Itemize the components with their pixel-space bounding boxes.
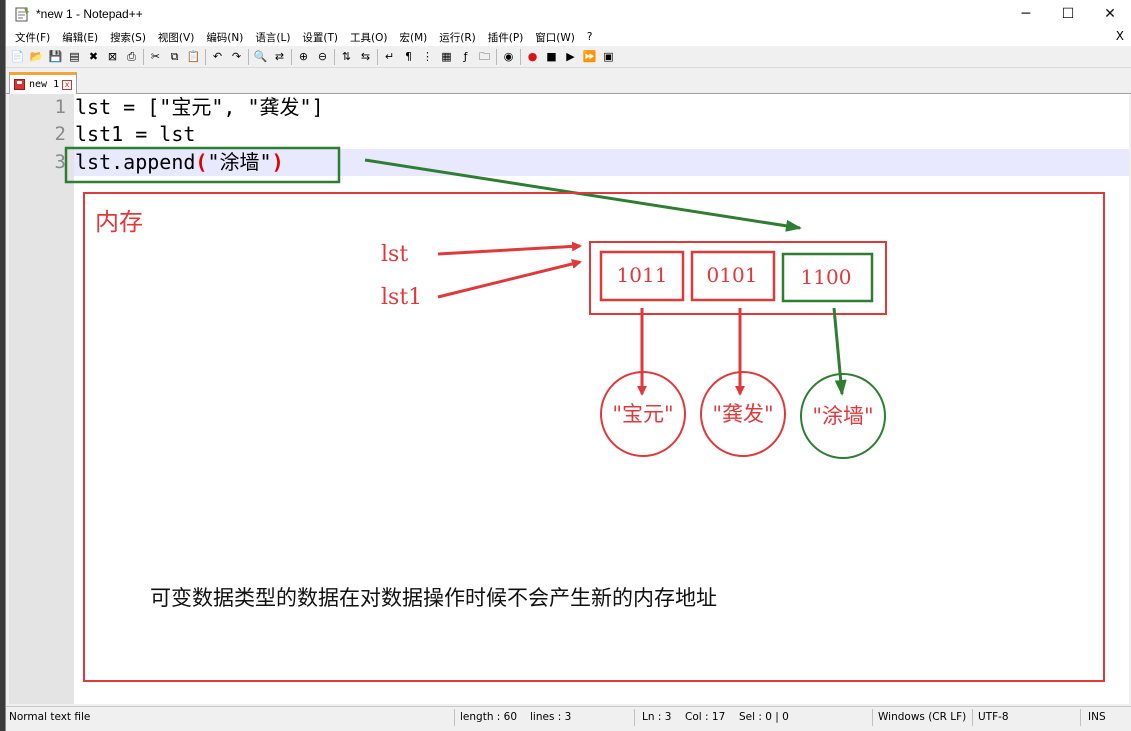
wrap-icon[interactable]: ↵ xyxy=(381,48,398,65)
monitor-icon[interactable]: ◉ xyxy=(500,48,517,65)
menu-window[interactable]: 窗口(W) xyxy=(529,30,581,45)
copy-icon[interactable]: ⧉ xyxy=(166,48,183,65)
function-list-icon[interactable]: ƒ xyxy=(457,48,474,65)
new-file-icon[interactable]: 📄 xyxy=(9,48,26,65)
status-insert-mode[interactable]: INS xyxy=(1088,711,1106,723)
toolbar-separator xyxy=(143,48,144,65)
tab-label: new 1 xyxy=(29,79,60,90)
cut-icon[interactable]: ✂ xyxy=(147,48,164,65)
folder-workspace-icon[interactable]: 🗀 xyxy=(476,48,493,65)
toolbar-separator xyxy=(205,48,206,65)
menu-bar: 文件(F) 编辑(E) 搜索(S) 视图(V) 编码(N) 语言(L) 设置(T… xyxy=(6,28,1131,46)
status-selection: Sel : 0 | 0 xyxy=(739,711,789,723)
status-eol[interactable]: Windows (CR LF) xyxy=(878,711,966,723)
run-macro-multiple-icon[interactable]: ⏩ xyxy=(581,48,598,65)
toolbar-separator xyxy=(334,48,335,65)
toolbar-separator xyxy=(496,48,497,65)
zoom-in-icon[interactable]: ⊕ xyxy=(295,48,312,65)
code-line-1: lst = ["宝元", "龚发"] xyxy=(75,95,324,119)
code-left-paren: ( xyxy=(195,150,208,174)
close-document-x[interactable]: X xyxy=(1116,29,1124,43)
maximize-button[interactable]: ☐ xyxy=(1047,0,1089,28)
save-icon[interactable]: 💾 xyxy=(47,48,64,65)
line-number: 1 xyxy=(54,96,66,118)
toolbar-separator xyxy=(377,48,378,65)
code-line-3: lst.append("涂墙") xyxy=(75,149,284,176)
menu-encoding[interactable]: 编码(N) xyxy=(200,30,249,45)
unsaved-icon xyxy=(14,79,25,90)
record-macro-icon[interactable]: ● xyxy=(524,48,541,65)
indent-guide-icon[interactable]: ⋮ xyxy=(419,48,436,65)
open-file-icon[interactable]: 📂 xyxy=(28,48,45,65)
menu-macro[interactable]: 宏(M) xyxy=(394,30,434,45)
stop-macro-icon[interactable]: ■ xyxy=(543,48,560,65)
replace-icon[interactable]: ⇄ xyxy=(271,48,288,65)
line-number-gutter: 1 2 3 xyxy=(9,94,74,704)
close-window-button[interactable]: ✕ xyxy=(1089,0,1131,28)
status-line: Ln : 3 xyxy=(642,711,672,723)
menu-tools[interactable]: 工具(O) xyxy=(344,30,393,45)
status-length: length : 60 xyxy=(460,711,518,723)
toolbar-separator xyxy=(520,48,521,65)
toolbar-separator xyxy=(291,48,292,65)
code-string-arg: "涂墙" xyxy=(207,150,272,174)
menu-settings[interactable]: 设置(T) xyxy=(296,30,344,45)
tab-new-1[interactable]: new 1 x xyxy=(9,72,77,94)
zoom-out-icon[interactable]: ⊖ xyxy=(314,48,331,65)
play-macro-icon[interactable]: ▶ xyxy=(562,48,579,65)
code-right-paren: ) xyxy=(271,150,284,174)
undo-icon[interactable]: ↶ xyxy=(209,48,226,65)
menu-help[interactable]: ? xyxy=(581,31,599,43)
window-title: *new 1 - Notepad++ xyxy=(36,7,143,21)
menu-view[interactable]: 视图(V) xyxy=(152,30,200,45)
doc-map-icon[interactable]: ▦ xyxy=(438,48,455,65)
sync-h-icon[interactable]: ⇆ xyxy=(357,48,374,65)
all-chars-icon[interactable]: ¶ xyxy=(400,48,417,65)
line-number: 3 xyxy=(54,151,66,173)
menu-edit[interactable]: 编辑(E) xyxy=(56,30,104,45)
code-method: lst.append xyxy=(75,150,196,174)
toolbar: 📄 📂 💾 ▤ ✖ ⊠ ⎙ ✂ ⧉ 📋 ↶ ↷ 🔍 ⇄ ⊕ ⊖ ⇅ ⇆ ↵ ¶ ⋮ ▦ ƒ 🗀 ◉ ● ■ ▶ ⏩ ▣ xyxy=(6,46,1131,68)
paste-icon[interactable]: 📋 xyxy=(185,48,202,65)
title-bar: *new 1 - Notepad++ ─ ☐ ✕ xyxy=(6,0,1131,28)
line-number: 2 xyxy=(54,123,66,145)
save-macro-icon[interactable]: ▣ xyxy=(600,48,617,65)
menu-plugins[interactable]: 插件(P) xyxy=(482,30,530,45)
menu-language[interactable]: 语言(L) xyxy=(249,30,296,45)
tab-close-button[interactable]: x xyxy=(62,79,73,90)
minimize-button[interactable]: ─ xyxy=(1005,0,1047,28)
status-lines: lines : 3 xyxy=(530,711,572,723)
print-icon[interactable]: ⎙ xyxy=(123,48,140,65)
status-file-type: Normal text file xyxy=(9,711,91,723)
sync-v-icon[interactable]: ⇅ xyxy=(338,48,355,65)
notepad-app-icon xyxy=(15,7,29,22)
code-line-2: lst1 = lst xyxy=(75,122,196,146)
close-icon[interactable]: ✖ xyxy=(85,48,102,65)
status-bar: Normal text file length : 60 lines : 3 L… xyxy=(6,706,1131,729)
status-column: Col : 17 xyxy=(685,711,726,723)
save-all-icon[interactable]: ▤ xyxy=(66,48,83,65)
redo-icon[interactable]: ↷ xyxy=(228,48,245,65)
find-icon[interactable]: 🔍 xyxy=(252,48,269,65)
tab-bar: new 1 x xyxy=(6,68,1131,94)
status-encoding[interactable]: UTF-8 xyxy=(978,711,1009,723)
menu-file[interactable]: 文件(F) xyxy=(9,30,56,45)
close-all-icon[interactable]: ⊠ xyxy=(104,48,121,65)
menu-run[interactable]: 运行(R) xyxy=(433,30,482,45)
menu-search[interactable]: 搜索(S) xyxy=(104,30,152,45)
editor-area[interactable]: 1 2 3 lst = ["宝元", "龚发"] lst1 = lst lst.… xyxy=(9,94,1129,704)
toolbar-separator xyxy=(248,48,249,65)
notepad-window: *new 1 - Notepad++ ─ ☐ ✕ 文件(F) 编辑(E) 搜索(… xyxy=(5,0,1131,731)
